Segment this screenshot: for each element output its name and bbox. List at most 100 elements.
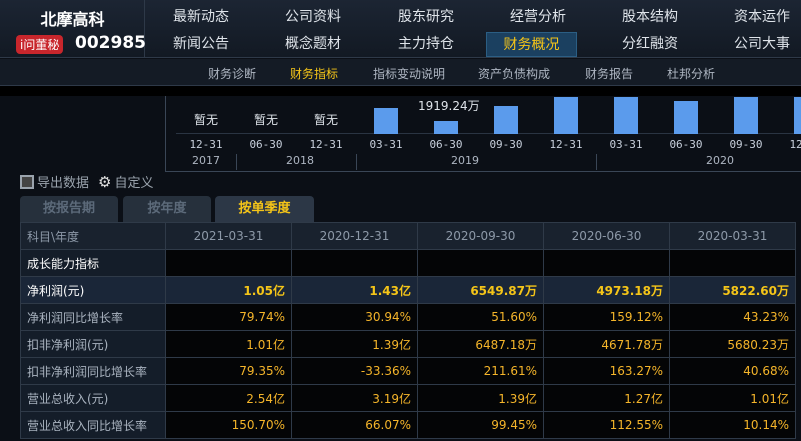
value-cell: 1.01亿 <box>669 384 796 412</box>
value-cell: 1.39亿 <box>417 384 544 412</box>
table-row: 净利润同比增长率 79.74% 30.94% 51.60% 159.12% 43.23% <box>20 303 796 331</box>
x-tick-label: 06-30 <box>249 138 283 151</box>
ask-secretary-button[interactable]: i问董秘 <box>16 35 64 54</box>
nav-item[interactable]: 新闻公告 <box>156 32 246 57</box>
header: 北摩高科 i问董秘 002985 最新动态 公司资料 股东研究 经营分析 股本结构 资本运… <box>0 0 801 58</box>
year-label: 2017 <box>192 154 220 167</box>
empty-cell <box>669 249 796 277</box>
customize-button[interactable]: ⚙ 自定义 <box>98 172 154 192</box>
customize-label: 自定义 <box>114 176 154 191</box>
column-header[interactable]: 2020-09-30 <box>417 222 544 250</box>
subnav-item[interactable]: 财务指标 <box>290 65 338 82</box>
subnav-item[interactable]: 杜邦分析 <box>667 65 715 82</box>
nav-item[interactable]: 公司资料 <box>268 5 358 30</box>
value-cell: 5822.60万 <box>669 276 796 304</box>
empty-cell <box>543 249 670 277</box>
nav-item[interactable]: 股东研究 <box>381 5 471 30</box>
tab-by-quarter[interactable]: 按单季度 <box>215 196 314 222</box>
x-tick-label: 03-31 <box>369 138 403 151</box>
value-cell: 1.27亿 <box>543 384 670 412</box>
year-separator <box>236 154 237 170</box>
year-label: 2019 <box>451 154 479 167</box>
value-cell: 10.14% <box>669 411 796 439</box>
column-header[interactable]: 2020-12-31 <box>291 222 418 250</box>
chart-bar <box>674 100 698 134</box>
x-tick-label: 12-31 <box>189 138 223 151</box>
value-cell: 5680.23万 <box>669 330 796 358</box>
nav-item[interactable]: 财务概况 <box>486 32 577 57</box>
row-label[interactable]: 营业总收入同比增长率 <box>20 411 166 439</box>
value-cell: 43.23% <box>669 303 796 331</box>
nav-item[interactable]: 股本结构 <box>605 5 695 30</box>
spreadsheet-icon <box>20 174 34 189</box>
value-cell: 150.70% <box>165 411 292 439</box>
chart-baseline <box>176 133 801 134</box>
nav-item[interactable]: 概念题材 <box>268 32 358 57</box>
value-cell: 79.35% <box>165 357 292 385</box>
column-header[interactable]: 2021-03-31 <box>165 222 292 250</box>
section-row: 成长能力指标 <box>20 249 796 277</box>
export-label: 导出数据 <box>37 176 90 191</box>
year-separator <box>356 154 357 170</box>
value-cell: 6487.18万 <box>417 330 544 358</box>
value-cell: 4671.78万 <box>543 330 670 358</box>
year-label: 2020 <box>706 154 734 167</box>
column-header: 科目\年度 <box>20 222 166 250</box>
subnav-item[interactable]: 资产负债构成 <box>478 65 550 82</box>
value-cell: 51.60% <box>417 303 544 331</box>
stock-brand: 北摩高科 i问董秘 002985 <box>0 0 146 58</box>
value-cell: 30.94% <box>291 303 418 331</box>
table-row: 营业总收入(元) 2.54亿 3.19亿 1.39亿 1.27亿 1.01亿 <box>20 384 796 412</box>
subnav-item[interactable]: 财务报告 <box>585 65 633 82</box>
value-cell: 40.68% <box>669 357 796 385</box>
financial-indicators-table: 科目\年度 2021-03-31 2020-12-31 2020-09-30 2020-… <box>20 222 796 439</box>
x-tick-label: 03-31 <box>609 138 643 151</box>
chart-bar <box>734 97 758 134</box>
chart-bar <box>554 97 578 134</box>
stock-name: 北摩高科 <box>40 10 105 29</box>
subnav-item[interactable]: 指标变动说明 <box>373 65 445 82</box>
column-header[interactable]: 2020-03-31 <box>669 222 796 250</box>
table-row: 扣非净利润同比增长率 79.35% -33.36% 211.61% 163.27% 40.… <box>20 357 796 385</box>
empty-cell <box>165 249 292 277</box>
x-tick-label: 09-30 <box>729 138 763 151</box>
row-label[interactable]: 净利润(元) <box>20 276 166 304</box>
value-cell: 1.39亿 <box>291 330 418 358</box>
na-label: 暂无 <box>313 113 338 127</box>
nav-item[interactable]: 分红融资 <box>605 32 695 57</box>
row-label[interactable]: 扣非净利润同比增长率 <box>20 357 166 385</box>
row-label[interactable]: 扣非净利润(元) <box>20 330 166 358</box>
empty-cell <box>291 249 418 277</box>
export-data-button[interactable]: 导出数据 <box>20 172 89 191</box>
na-label: 暂无 <box>193 113 218 127</box>
na-label: 暂无 <box>253 113 278 127</box>
value-cell: 211.61% <box>417 357 544 385</box>
tab-by-year[interactable]: 按年度 <box>123 196 211 222</box>
row-label[interactable]: 净利润同比增长率 <box>20 303 166 331</box>
year-label: 2018 <box>286 154 314 167</box>
value-cell: -33.36% <box>291 357 418 385</box>
table-header: 科目\年度 2021-03-31 2020-12-31 2020-09-30 2020-… <box>20 222 796 250</box>
chart-bar <box>794 97 801 134</box>
value-cell: 2.54亿 <box>165 384 292 412</box>
x-tick-label: 12-31 <box>309 138 343 151</box>
stock-code: 002985 <box>75 33 146 53</box>
table-row: 净利润(元) 1.05亿 1.43亿 6549.87万 4973.18万 5822.60万 <box>20 276 796 304</box>
chart-bar <box>434 121 458 134</box>
nav-item[interactable]: 最新动态 <box>156 5 246 30</box>
empty-cell <box>417 249 544 277</box>
net-profit-chart: 暂无 12-31 暂无 06-30 暂无 12-31 03-31 06-30 09-30 12-3… <box>165 96 801 172</box>
tab-by-report-period[interactable]: 按报告期 <box>20 196 118 222</box>
chart-bar <box>374 108 398 134</box>
divider <box>0 86 801 96</box>
column-header[interactable]: 2020-06-30 <box>543 222 670 250</box>
row-label[interactable]: 营业总收入(元) <box>20 384 166 412</box>
nav-item[interactable]: 资本运作 <box>717 5 801 30</box>
nav-item[interactable]: 经营分析 <box>493 5 583 30</box>
section-label: 成长能力指标 <box>20 249 166 277</box>
x-tick-label: 09-30 <box>489 138 523 151</box>
sub-nav: 财务诊断 财务指标 指标变动说明 资产负债构成 财务报告 杜邦分析 <box>0 59 801 86</box>
nav-item[interactable]: 公司大事 <box>717 32 801 57</box>
nav-item[interactable]: 主力持仓 <box>381 32 471 57</box>
subnav-item[interactable]: 财务诊断 <box>208 65 256 82</box>
